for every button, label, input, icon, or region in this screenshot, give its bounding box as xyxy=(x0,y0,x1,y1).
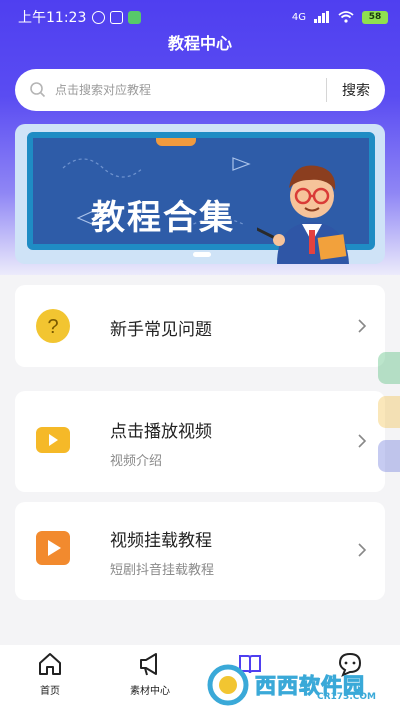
battery-icon: 58 xyxy=(362,10,388,24)
tutorial-banner[interactable]: 教程合集 xyxy=(15,124,385,264)
page-title: 教程中心 xyxy=(167,34,232,53)
question-icon: ? xyxy=(36,309,70,343)
tutorial-card-play-video[interactable]: 点击播放视频 视频介绍 xyxy=(15,391,385,492)
nav-label: 首页 xyxy=(40,686,60,697)
search-icon xyxy=(30,82,46,98)
app-notification-icon xyxy=(128,10,142,24)
side-float-tab[interactable] xyxy=(378,396,400,428)
status-time: 上午11:23 xyxy=(18,10,87,26)
tutorial-card-mount-video[interactable]: 视频挂载教程 短剧抖音挂载教程 xyxy=(15,502,385,600)
chevron-right-icon xyxy=(358,543,367,557)
card-title: 点击播放视频 xyxy=(110,422,212,442)
signal-icon xyxy=(314,11,329,23)
nav-home[interactable]: 首页 xyxy=(0,645,100,711)
card-title: 视频挂载教程 xyxy=(110,531,212,551)
megaphone-icon xyxy=(140,653,157,676)
chevron-right-icon xyxy=(358,319,367,333)
video-camera-icon xyxy=(36,427,70,453)
watermark-url: CR173.COM xyxy=(317,692,376,702)
watermark: 西西软件园 CR173.COM xyxy=(205,662,395,708)
svg-text:?: ? xyxy=(47,316,58,338)
play-icon xyxy=(36,531,70,565)
card-title: 新手常见问题 xyxy=(110,320,212,340)
search-bar: 搜索 xyxy=(15,69,385,111)
banner-title: 教程合集 xyxy=(91,198,235,238)
search-input[interactable] xyxy=(55,83,305,97)
board-tray xyxy=(193,252,211,257)
teacher-illustration xyxy=(257,165,349,264)
card-subtitle: 视频介绍 xyxy=(110,454,163,469)
search-button[interactable]: 搜索 xyxy=(327,80,385,100)
lamp-icon xyxy=(156,138,196,146)
status-bar: 上午11:23 4G 58 xyxy=(0,0,400,34)
alarm-icon xyxy=(92,10,106,24)
watermark-logo-icon xyxy=(207,664,249,706)
wifi-icon xyxy=(338,11,354,23)
side-float-tab[interactable] xyxy=(378,440,400,472)
tutorial-list: ? 新手常见问题 点击播放视频 视频介绍 视频挂载教程 短剧抖音挂载教程 xyxy=(0,275,400,645)
card-subtitle: 短剧抖音挂载教程 xyxy=(110,563,215,578)
nav-label: 素材中心 xyxy=(130,686,170,697)
nav-materials[interactable]: 素材中心 xyxy=(100,645,200,711)
side-float-tab[interactable] xyxy=(378,352,400,384)
home-icon xyxy=(39,653,61,675)
tutorial-card-faq[interactable]: ? 新手常见问题 xyxy=(15,285,385,367)
chevron-right-icon xyxy=(358,434,367,448)
notification-icon xyxy=(110,10,124,24)
network-label: 4G xyxy=(291,11,306,23)
